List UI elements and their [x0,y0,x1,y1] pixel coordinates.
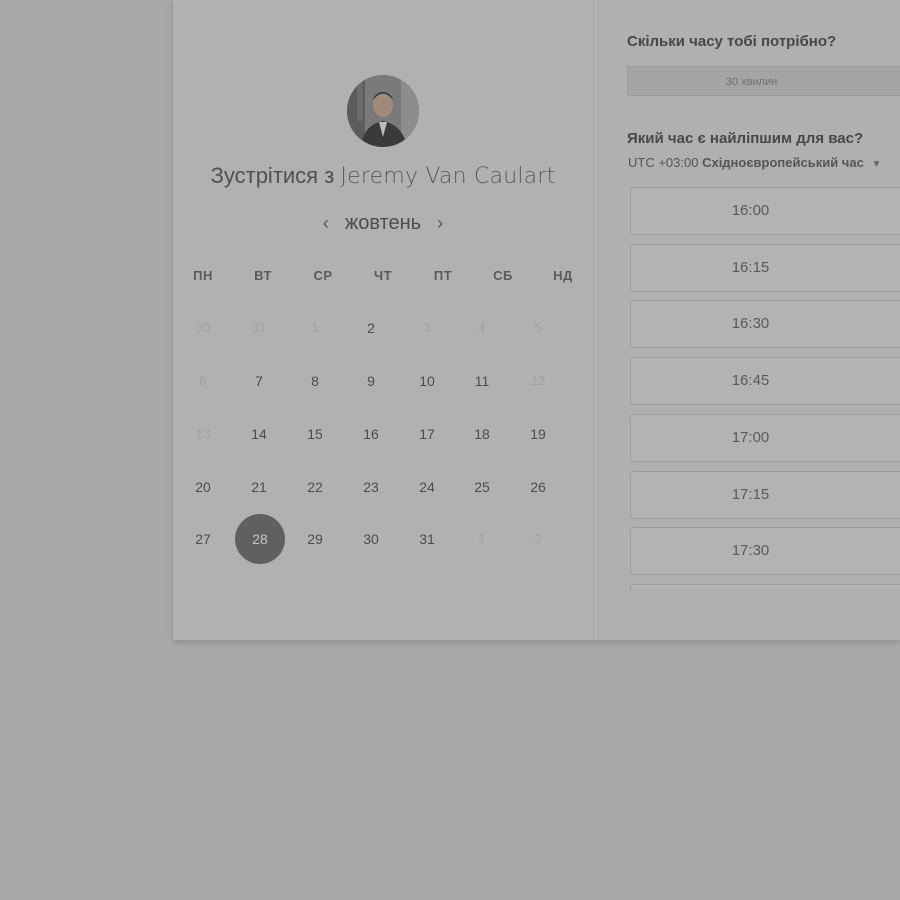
calendar-day[interactable]: 10 [402,356,452,406]
calendar-day[interactable]: 31 [402,514,452,564]
month-label: жовтень [344,211,422,234]
calendar-day[interactable]: 16 [346,409,396,459]
meeting-title: Зустрітися з Jeremy Van Caulart [173,163,593,189]
weekday-label: ПТ [433,268,453,283]
calendar-day: 1 [311,320,319,335]
calendar-day: 5 [534,320,542,335]
chevron-right-icon[interactable]: › [433,213,447,234]
duration-option[interactable]: 30 хвилин [627,66,900,96]
calendar-day: 6 [199,373,207,388]
calendar-day: 31 [251,320,267,335]
calendar-day[interactable]: 24 [402,462,452,512]
calendar-day: 3 [423,320,431,335]
weekday-label: ЧТ [373,268,393,283]
booking-panel: Скільки часу тобі потрібно? 30 хвилин Як… [594,0,900,640]
calendar-day[interactable]: 17 [402,409,452,459]
caret-down-icon: ▼ [871,159,882,170]
scheduler-widget: Зустрітися з Jeremy Van Caulart ‹ жовтен… [173,0,900,640]
calendar-day[interactable]: 23 [346,462,396,512]
time-slot-list: 16:00 16:15 16:30 16:45 17:00 17:15 17:30 17:45 [630,186,900,590]
calendar-day[interactable]: 22 [290,462,340,512]
timezone-selector[interactable]: UTC +03:00 Східноєвропейський час ▼ [628,155,881,170]
calendar-day: 13 [195,426,211,441]
calendar-day[interactable]: 19 [513,409,563,459]
calendar-day[interactable]: 21 [234,462,284,512]
calendar-day[interactable]: 8 [290,356,340,406]
calendar-day: 30 [195,320,211,335]
weekday-header: ПН ВТ СР ЧТ ПТ СБ НД [173,251,593,301]
weekday-label: ВТ [254,268,272,283]
weekday-label: СБ [493,268,513,283]
timezone-offset: UTC +03:00 [628,155,699,170]
timezone-name: Східноєвропейський час [702,155,864,170]
time-slot-button[interactable]: 16:15 [630,243,900,292]
calendar-day[interactable]: 9 [346,356,396,406]
calendar-day[interactable]: 2 [346,303,396,353]
calendar-day[interactable]: 27 [178,514,228,564]
duration-question: Скільки часу тобі потрібно? [627,33,837,50]
calendar-day-selected[interactable]: 28 [235,514,285,564]
time-question: Який час є найліпшим для вас? [627,130,864,147]
calendar-day[interactable]: 11 [457,356,507,406]
calendar-week-row: 6 7 8 9 10 11 12 [173,356,593,406]
calendar-day: 12 [530,373,546,388]
calendar-day[interactable]: 29 [290,514,340,564]
time-slot-button[interactable]: 17:30 [630,527,900,576]
time-slot-button[interactable]: 16:00 [630,187,900,235]
time-slot-button[interactable]: 16:30 [630,300,900,349]
weekday-label: ПН [193,268,213,283]
weekday-label: СР [313,268,333,283]
calendar-day[interactable]: 7 [234,356,284,406]
calendar-day[interactable]: 14 [234,409,284,459]
calendar-day: 1 [478,531,486,546]
host-name: Jeremy Van Caulart [340,164,556,189]
calendar-day[interactable]: 26 [513,462,563,512]
calendar-day[interactable]: 25 [457,462,507,512]
chevron-left-icon[interactable]: ‹ [319,213,333,234]
time-slot-button[interactable]: 16:45 [630,357,900,406]
calendar-week-row: 20 21 22 23 24 25 26 [173,462,593,512]
time-slot-button[interactable]: 17:45 [630,583,900,590]
host-avatar-image [347,75,419,147]
time-slot-button[interactable]: 17:00 [630,413,900,462]
calendar-day[interactable]: 30 [346,514,396,564]
calendar-week-row: 13 14 15 16 17 18 19 [173,409,593,459]
calendar-week-row: 30 31 1 2 3 4 5 [173,303,593,353]
calendar-week-row: 27 28 29 30 31 1 2 [173,514,593,564]
month-navigation: ‹ жовтень › [173,208,593,238]
calendar-panel: Зустрітися з Jeremy Van Caulart ‹ жовтен… [173,0,594,640]
time-slot-button[interactable]: 17:15 [630,470,900,519]
calendar-day[interactable]: 18 [457,409,507,459]
title-prefix: Зустрітися з [210,163,335,188]
host-avatar [347,75,419,147]
calendar-day: 2 [534,531,542,546]
calendar-day[interactable]: 20 [178,462,228,512]
calendar-day[interactable]: 15 [290,409,340,459]
weekday-label: НД [553,268,573,283]
calendar-day: 4 [478,320,486,335]
